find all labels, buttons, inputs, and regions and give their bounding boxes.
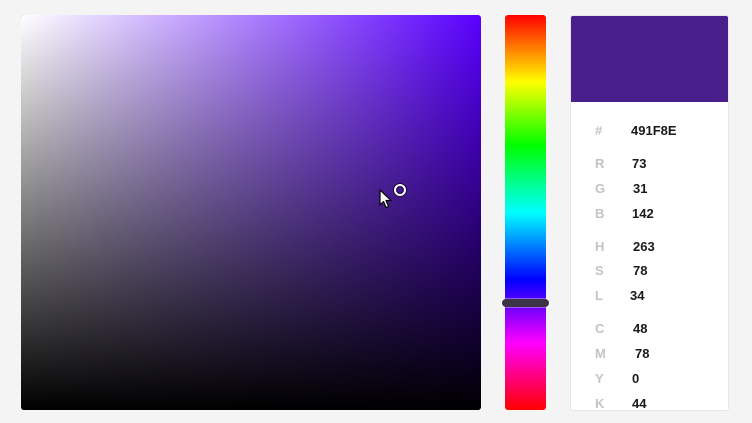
saturation-row: S 78 xyxy=(571,263,728,279)
cyan-label: C xyxy=(595,321,605,336)
yellow-label: Y xyxy=(595,371,604,386)
black-key-label: K xyxy=(595,396,605,411)
saturation-value: 78 xyxy=(633,263,648,278)
lightness-row: L 34 xyxy=(571,288,728,304)
color-preview-swatch xyxy=(571,16,728,102)
hex-label: # xyxy=(595,123,603,138)
cyan-row: C 48 xyxy=(571,321,728,337)
yellow-row: Y 0 xyxy=(571,371,728,387)
saturation-brightness-area[interactable] xyxy=(21,15,481,410)
blue-row: B 142 xyxy=(571,206,728,222)
hue-row: H 263 xyxy=(571,239,728,255)
magenta-row: M 78 xyxy=(571,346,728,362)
hex-value: 491F8E xyxy=(631,123,677,138)
color-info-panel: # 491F8E R 73 G 31 B 142 H 263 S 78 L 34… xyxy=(570,15,729,411)
black-key-row: K 44 xyxy=(571,396,728,411)
yellow-value: 0 xyxy=(632,371,640,386)
red-row: R 73 xyxy=(571,156,728,172)
black-gradient-overlay xyxy=(21,15,481,410)
red-value: 73 xyxy=(632,156,647,171)
green-row: G 31 xyxy=(571,181,728,197)
blue-label: B xyxy=(595,206,605,221)
cyan-value: 48 xyxy=(633,321,648,336)
hue-label: H xyxy=(595,239,605,254)
color-picker: # 491F8E R 73 G 31 B 142 H 263 S 78 L 34… xyxy=(0,0,752,423)
lightness-label: L xyxy=(595,288,603,303)
magenta-label: M xyxy=(595,346,606,361)
mouse-pointer-icon xyxy=(379,189,392,209)
lightness-value: 34 xyxy=(630,288,645,303)
green-value: 31 xyxy=(633,181,648,196)
green-label: G xyxy=(595,181,606,196)
blue-value: 142 xyxy=(632,206,654,221)
hue-slider[interactable] xyxy=(502,15,549,410)
hue-slider-handle[interactable] xyxy=(502,299,549,307)
sv-picker-handle[interactable] xyxy=(394,184,406,196)
saturation-label: S xyxy=(595,263,604,278)
hue-value: 263 xyxy=(633,239,655,254)
hex-row: # 491F8E xyxy=(571,123,728,139)
black-key-value: 44 xyxy=(632,396,647,411)
red-label: R xyxy=(595,156,605,171)
magenta-value: 78 xyxy=(635,346,650,361)
